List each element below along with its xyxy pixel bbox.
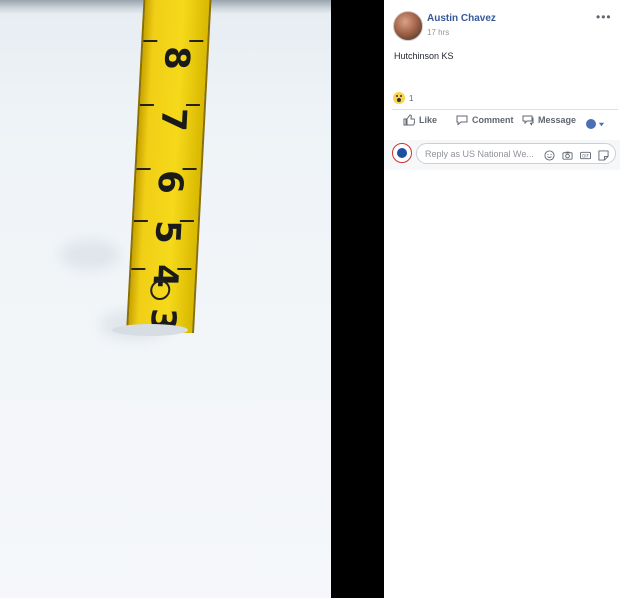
divider bbox=[392, 109, 618, 110]
comment-icon bbox=[456, 115, 468, 126]
thumbs-up-icon bbox=[403, 114, 415, 126]
gif-icon[interactable]: GIF bbox=[580, 148, 591, 160]
tape-number: 7 bbox=[152, 108, 194, 132]
emoji-icon[interactable] bbox=[544, 148, 555, 161]
reaction-summary[interactable]: 1 bbox=[393, 92, 413, 104]
photo-viewer: 8 7 6 5 4 3 bbox=[0, 0, 383, 598]
reaction-count: 1 bbox=[409, 93, 414, 103]
tape-number: 5 bbox=[146, 220, 188, 244]
tape-tick bbox=[131, 268, 146, 270]
chevron-down-icon bbox=[598, 122, 605, 126]
tape-tick bbox=[179, 220, 194, 222]
sticker-icon[interactable] bbox=[598, 148, 609, 161]
tape-tick bbox=[143, 40, 158, 42]
message-icon bbox=[522, 115, 534, 126]
tape-number: 8 bbox=[155, 46, 198, 70]
message-label: Message bbox=[538, 115, 577, 125]
avatar[interactable] bbox=[393, 11, 423, 41]
audience-selector[interactable] bbox=[586, 119, 605, 129]
snow-line bbox=[112, 324, 188, 336]
page-avatar-icon bbox=[586, 119, 596, 129]
reply-placeholder: Reply as US National We... bbox=[425, 149, 534, 159]
tape-tick bbox=[133, 220, 148, 222]
more-options-icon[interactable]: ••• bbox=[596, 10, 612, 24]
snow-photo[interactable]: 8 7 6 5 4 3 bbox=[0, 0, 331, 598]
tape-tick bbox=[185, 104, 201, 106]
tape-tick bbox=[182, 168, 197, 170]
like-button[interactable]: Like bbox=[403, 114, 437, 126]
tape-measure: 8 7 6 5 4 3 bbox=[126, 0, 212, 333]
author-name[interactable]: Austin Chavez bbox=[427, 13, 496, 24]
snow-drift bbox=[60, 240, 120, 270]
comment-label: Comment bbox=[472, 115, 514, 125]
svg-text:GIF: GIF bbox=[582, 153, 589, 158]
post-text: Hutchinson KS bbox=[394, 51, 454, 61]
nws-avatar bbox=[392, 143, 412, 163]
tape-tick bbox=[139, 104, 155, 106]
like-label: Like bbox=[419, 115, 438, 125]
tape-tick bbox=[136, 168, 151, 170]
wow-reaction-icon bbox=[393, 92, 405, 104]
camera-icon[interactable] bbox=[562, 148, 573, 160]
tape-tick bbox=[177, 268, 192, 270]
action-bar: Like Comment Message bbox=[384, 114, 620, 134]
post-panel: Austin Chavez 17 hrs ••• Hutchinson KS 1… bbox=[384, 0, 620, 598]
message-button[interactable]: Message bbox=[522, 114, 576, 126]
comment-button[interactable]: Comment bbox=[456, 114, 514, 126]
reply-input[interactable]: Reply as US National We... GIF bbox=[416, 143, 616, 164]
post-timestamp[interactable]: 17 hrs bbox=[427, 28, 449, 37]
reply-tools: GIF bbox=[544, 148, 609, 161]
comment-composer: Reply as US National We... GIF bbox=[384, 140, 620, 170]
tape-tick bbox=[189, 40, 204, 42]
tape-logo-icon bbox=[149, 280, 171, 300]
